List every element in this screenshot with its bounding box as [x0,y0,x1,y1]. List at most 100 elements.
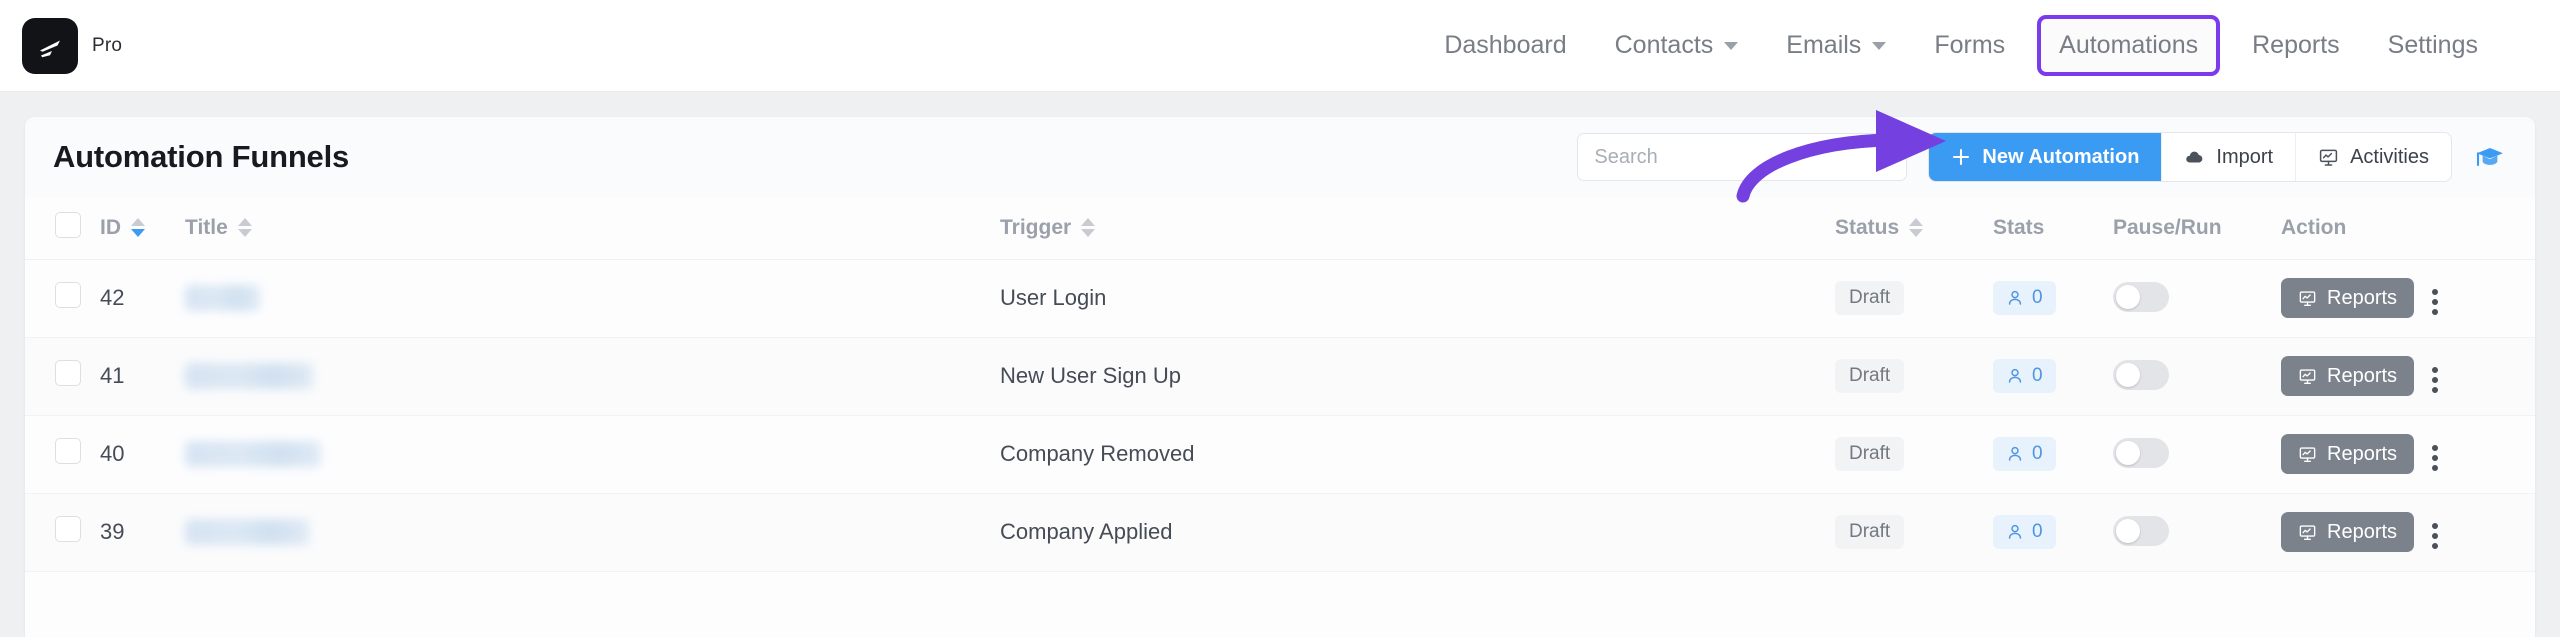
automations-table: ID Title Trigger Status Stats Pause/Run … [25,197,2535,572]
row-status-cell: Draft [1835,259,1993,337]
nav-item-automations[interactable]: Automations [2037,15,2221,76]
row-checkbox[interactable] [55,360,81,386]
top-navigation-bar: Pro Dashboard Contacts Emails Forms Auto… [0,0,2560,92]
help-button[interactable] [2473,140,2507,174]
row-reports-label: Reports [2327,442,2398,465]
activities-button[interactable]: Activities [2295,133,2451,181]
nav-item-contacts[interactable]: Contacts [1591,21,1763,70]
row-select-cell[interactable] [25,415,100,493]
card-header: Automation Funnels New Automation Import [25,117,2535,197]
row-checkbox[interactable] [55,282,81,308]
stats-count: 0 [2032,521,2043,542]
nav-label: Dashboard [1444,31,1567,59]
search-input-wrapper[interactable] [1577,133,1908,181]
select-all-checkbox[interactable] [55,211,81,238]
row-title-cell[interactable] [185,493,1000,571]
table-row[interactable]: 42 User Login Draft 0 Reports [25,259,2535,337]
nav-label: Settings [2387,31,2478,59]
new-automation-button[interactable]: New Automation [1929,133,2162,181]
header-id-label: ID [100,215,121,239]
sort-id-icon[interactable] [131,218,145,238]
kebab-menu-icon[interactable] [2432,444,2439,471]
pause-run-toggle[interactable] [2113,359,2169,390]
row-title-redacted [185,363,313,389]
row-trigger: User Login [1000,285,1107,310]
row-toggle-cell[interactable] [2113,493,2281,571]
row-id: 42 [100,285,125,310]
nav-item-reports[interactable]: Reports [2228,21,2364,70]
row-select-cell[interactable] [25,493,100,571]
row-checkbox[interactable] [55,516,81,542]
pause-run-toggle[interactable] [2113,515,2169,546]
brand[interactable]: Pro [22,17,123,74]
chevron-down-icon [1724,41,1739,50]
toolbar: New Automation Import Activities [1577,133,2507,181]
stats-badge[interactable]: 0 [1993,515,2056,549]
table-row[interactable]: 40 Company Removed Draft 0 Reports [25,415,2535,493]
row-title-cell[interactable] [185,259,1000,337]
kebab-menu-icon[interactable] [2432,288,2439,315]
sort-title-icon[interactable] [237,218,252,238]
nav-label: Emails [1786,31,1862,59]
user-icon [2008,446,2022,461]
row-stats-cell[interactable]: 0 [1993,259,2113,337]
table-header: ID Title Trigger Status Stats Pause/Run … [25,197,2535,260]
row-title-cell[interactable] [185,415,1000,493]
row-title-cell[interactable] [185,337,1000,415]
header-action: Action [2281,197,2535,260]
header-pause-run: Pause/Run [2113,197,2281,260]
pause-run-toggle[interactable] [2113,437,2169,468]
presentation-chart-icon [2299,446,2316,462]
nav-item-forms[interactable]: Forms [1910,21,2029,70]
row-select-cell[interactable] [25,259,100,337]
row-checkbox[interactable] [55,438,81,464]
row-reports-button[interactable]: Reports [2281,512,2415,552]
status-badge: Draft [1835,359,1905,393]
row-reports-button[interactable]: Reports [2281,356,2415,396]
row-stats-cell[interactable]: 0 [1993,337,2113,415]
automation-funnels-card: Automation Funnels New Automation Import [25,117,2535,637]
row-toggle-cell[interactable] [2113,259,2281,337]
nav-item-dashboard[interactable]: Dashboard [1420,21,1590,70]
header-title-label: Title [185,215,228,239]
nav-label: Automations [2059,31,2199,59]
plus-icon [1953,148,1970,166]
header-trigger[interactable]: Trigger [1000,197,1835,260]
import-label: Import [2216,145,2274,168]
user-icon [2008,290,2022,305]
stats-badge[interactable]: 0 [1993,281,2056,315]
header-id[interactable]: ID [100,197,185,260]
presentation-chart-icon [2299,290,2316,306]
sort-status-icon[interactable] [1909,218,1924,238]
kebab-menu-icon[interactable] [2432,522,2439,549]
page-title: Automation Funnels [53,139,350,174]
row-stats-cell[interactable]: 0 [1993,415,2113,493]
row-reports-button[interactable]: Reports [2281,434,2415,474]
search-input[interactable] [1594,145,1891,169]
nav-item-emails[interactable]: Emails [1762,21,1910,70]
row-id: 39 [100,519,125,544]
header-status[interactable]: Status [1835,197,1993,260]
header-trigger-label: Trigger [1000,215,1072,239]
kebab-menu-icon[interactable] [2432,366,2439,393]
table-row[interactable]: 39 Company Applied Draft 0 Reports [25,493,2535,571]
brand-label: Pro [92,34,123,56]
import-button[interactable]: Import [2161,133,2296,181]
stats-badge[interactable]: 0 [1993,437,2056,471]
row-reports-button[interactable]: Reports [2281,278,2415,318]
sort-trigger-icon[interactable] [1081,218,1096,238]
row-toggle-cell[interactable] [2113,337,2281,415]
stats-count: 0 [2032,365,2043,386]
row-toggle-cell[interactable] [2113,415,2281,493]
user-icon [2008,368,2022,383]
pause-run-toggle[interactable] [2113,281,2169,312]
header-select-all[interactable] [25,197,100,260]
nav-item-settings[interactable]: Settings [2364,21,2502,70]
stats-badge[interactable]: 0 [1993,359,2056,393]
nav-label: Contacts [1614,31,1714,59]
row-stats-cell[interactable]: 0 [1993,493,2113,571]
status-badge: Draft [1835,515,1905,549]
table-row[interactable]: 41 New User Sign Up Draft 0 Reports [25,337,2535,415]
row-select-cell[interactable] [25,337,100,415]
header-title[interactable]: Title [185,197,1000,260]
